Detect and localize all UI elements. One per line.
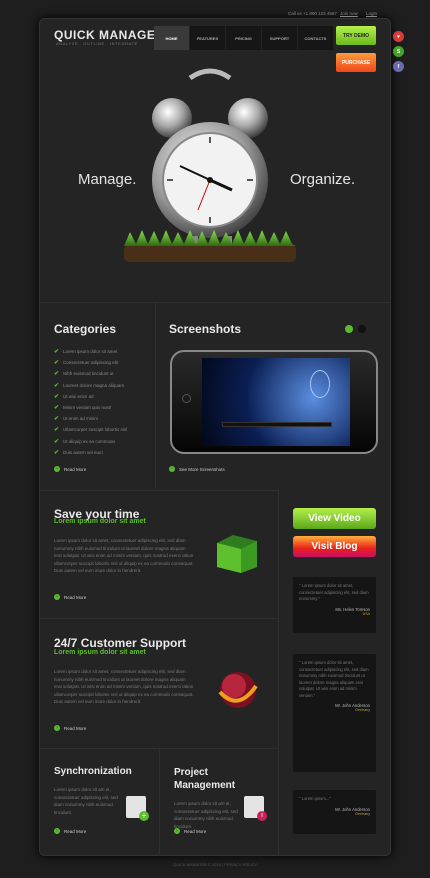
category-label: Minim veniam quis nostr <box>63 405 112 410</box>
sync-title: Synchronization <box>54 766 132 777</box>
category-item[interactable]: ✔ Ullamcorper suscipit lobortis nisl <box>54 426 127 433</box>
nav-home[interactable]: HOME <box>154 26 190 50</box>
divider <box>159 748 160 856</box>
checkmark-icon: ✔ <box>54 393 60 400</box>
nav-pricing[interactable]: PRICING <box>226 26 262 50</box>
slider-dot-active[interactable] <box>345 325 353 333</box>
category-item[interactable]: ✔ Consectetuer adipiscing elit <box>54 359 118 366</box>
stumbleupon-icon[interactable]: S <box>393 46 404 57</box>
testimonial: " Lorem ipsum dolor sit amet, consectetu… <box>293 654 376 772</box>
logo[interactable]: QUICK MANAGER <box>54 28 165 42</box>
globe-icon <box>216 668 260 712</box>
testimonial: " Lorem ipsum..." Mr. John Anderson Germ… <box>293 790 376 834</box>
category-item[interactable]: ✔ Duis autem vel eum <box>54 449 103 456</box>
screenshots-title: Screenshots <box>169 322 242 336</box>
checkmark-icon: ✔ <box>54 349 60 355</box>
category-label: Lorem ipsum dolor sit amet <box>63 349 118 354</box>
checkmark-icon: ✔ <box>54 405 60 411</box>
nav-features[interactable]: FEATURES <box>190 26 226 50</box>
project-text: Lorem ipsum dolor sit am et, consectetue… <box>174 801 238 829</box>
divider <box>155 303 156 488</box>
divider <box>40 618 278 619</box>
category-label: Ut aliquip ex ea commodo <box>63 438 116 444</box>
slider-dot[interactable] <box>358 325 366 333</box>
category-item[interactable]: ✔ Nibh euismod tincidunt ut <box>54 370 114 377</box>
save-time-read-more[interactable]: › Read More <box>54 594 86 600</box>
sync-text: Lorem ipsum dolor sit am et, consectetue… <box>54 787 118 815</box>
footer-copyright: QUICK MANAGER © 2010 | PRIVACY POLICY <box>172 862 258 867</box>
arrow-right-icon: › <box>174 828 180 834</box>
divider <box>40 302 390 303</box>
alarm-clock-illustration <box>120 60 300 280</box>
support-read-more[interactable]: › Read More <box>54 725 86 731</box>
category-label: Nibh euismod tincidunt ut <box>63 371 114 377</box>
category-label: Consectetuer adipiscing elit <box>63 360 119 366</box>
checkmark-icon: ✔ <box>54 438 60 445</box>
arrow-right-icon: › <box>54 725 60 731</box>
support-text: Lorem ipsum dolor sit amet, consectetuer… <box>54 669 194 704</box>
heart-icon[interactable]: ♥ <box>393 31 404 42</box>
checkmark-icon: ✔ <box>54 449 60 456</box>
category-item[interactable]: ✔ Ut enim ad minim <box>54 415 98 422</box>
phone-number: Call us +1 800 123 4567 <box>288 11 337 16</box>
phone-home-button <box>182 394 191 403</box>
checkmark-icon: ✔ <box>54 427 60 434</box>
category-item[interactable]: ✔ Laoreet dolore magna aliquam <box>54 382 124 389</box>
divider <box>278 490 279 856</box>
project-title: Project Management <box>174 767 236 791</box>
nav-contacts[interactable]: CONTACTS <box>298 26 334 50</box>
see-more-screenshots-link[interactable]: › See More Screenshots <box>169 466 225 472</box>
checkmark-icon: ✔ <box>54 371 60 378</box>
category-label: Ullamcorper suscipit lobortis nisl <box>63 427 128 433</box>
nav-support[interactable]: SUPPORT <box>262 26 298 50</box>
category-label: Duis autem vel eum <box>63 449 103 455</box>
checkmark-icon: ✔ <box>54 382 60 389</box>
category-label: Laoreet dolore magna aliquam <box>63 382 125 388</box>
checkmark-icon: ✔ <box>54 416 60 423</box>
phone-screenshot[interactable] <box>170 350 378 454</box>
divider <box>40 490 278 491</box>
arrow-right-icon: › <box>54 828 60 834</box>
view-video-button[interactable]: View Video <box>293 508 376 529</box>
categories-title: Categories <box>54 322 117 336</box>
save-time-subtitle: Lorem ipsum dolor sit amet <box>54 518 146 525</box>
login-link[interactable]: Login <box>366 11 377 16</box>
screenshot-menu-bar <box>222 422 332 427</box>
testimonial: " Lorem ipsum dolor sit amet, consectetu… <box>293 577 376 633</box>
category-item[interactable]: ✔ Ut aliquip ex ea commodo <box>54 438 115 445</box>
lightbulb-image <box>310 370 330 398</box>
arrow-right-icon: › <box>54 466 60 472</box>
sync-document-icon: + <box>126 796 149 821</box>
purchase-button[interactable]: PURCHASE <box>336 53 376 72</box>
category-item[interactable]: ✔ Ut wisi enim ad <box>54 393 94 400</box>
visit-blog-button[interactable]: Visit Blog <box>293 536 376 557</box>
facebook-icon[interactable]: f <box>393 61 404 72</box>
main-nav: HOME FEATURES PRICING SUPPORT CONTACTS <box>154 26 334 50</box>
arrow-right-icon: › <box>54 594 60 600</box>
sync-read-more[interactable]: › Read More <box>54 828 86 834</box>
support-subtitle: Lorem ipsum dolor sit amet <box>54 649 146 656</box>
logo-tagline: ANALYZE . OUTLINE . INTEGRATE <box>56 41 138 46</box>
save-time-text: Lorem ipsum dolor sit amet, consectetuer… <box>54 538 194 573</box>
checkmark-icon: ✔ <box>54 360 60 367</box>
join-link[interactable]: Join now <box>340 11 358 16</box>
category-item[interactable]: ✔ Lorem ipsum dolor sit amet <box>54 348 117 355</box>
category-label: Ut enim ad minim <box>63 416 99 422</box>
arrow-right-icon: › <box>169 466 175 472</box>
support-title: 24/7 Customer Support <box>54 636 187 650</box>
project-document-icon: i <box>244 796 267 821</box>
category-item[interactable]: ✔ Minim veniam quis nostr <box>54 404 112 411</box>
folder-icon <box>213 533 261 573</box>
category-label: Ut wisi enim ad <box>63 393 94 399</box>
project-read-more[interactable]: › Read More <box>174 828 206 834</box>
categories-read-more[interactable]: › Read More <box>54 466 86 472</box>
try-demo-button[interactable]: TRY DEMO <box>336 26 376 45</box>
